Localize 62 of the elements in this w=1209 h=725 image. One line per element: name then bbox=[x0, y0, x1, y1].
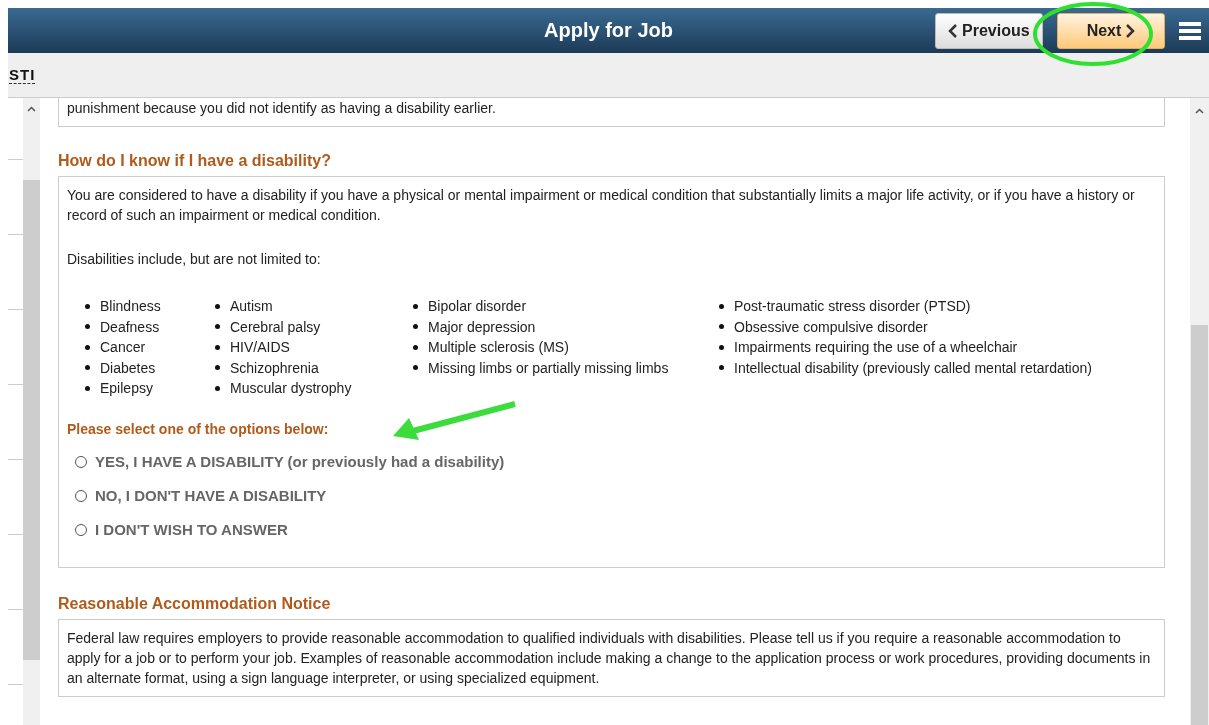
list-item: Post-traumatic stress disorder (PTSD) bbox=[734, 297, 971, 316]
scrollbar-thumb[interactable] bbox=[23, 180, 40, 660]
list-item: Major depression bbox=[428, 317, 536, 337]
tab-label[interactable]: STI bbox=[9, 66, 36, 84]
bullet-icon bbox=[215, 344, 220, 350]
option-label[interactable]: NO, I DON'T HAVE A DISABILITY bbox=[95, 485, 327, 506]
body-text: You are considered to have a disability if you have a physical or mental impairment or medical condition that substantially limits a major life activity, or if you have a history or record of such an impairment or medical condition. bbox=[67, 186, 1136, 225]
option-label[interactable]: YES, I HAVE A DISABILITY (or previously had a disability) bbox=[95, 451, 505, 472]
list-item: HIV/AIDS bbox=[230, 338, 290, 357]
list-item: Intellectual disability (previously called mental retardation) bbox=[734, 358, 1092, 378]
bullet-icon bbox=[413, 365, 418, 371]
list-item: Diabetes bbox=[100, 358, 156, 378]
list-item: Epilepsy bbox=[100, 379, 153, 398]
list-item: Missing limbs or partially missing limbs bbox=[428, 358, 669, 378]
list-item: Muscular dystrophy bbox=[230, 379, 352, 398]
chevron-left-icon bbox=[948, 23, 958, 38]
list-item: Multiple sclerosis (MS) bbox=[428, 338, 569, 357]
bullet-icon bbox=[719, 365, 724, 371]
list-item: Deafness bbox=[100, 317, 160, 337]
radio-button[interactable] bbox=[75, 489, 87, 502]
bullet-icon bbox=[719, 324, 724, 330]
bullet-icon bbox=[215, 303, 220, 309]
bullet-icon bbox=[215, 365, 220, 371]
scroll-up-icon[interactable] bbox=[1195, 108, 1204, 114]
list-item: Cerebral palsy bbox=[230, 317, 321, 337]
page-title: Apply for Job bbox=[544, 19, 673, 41]
scrollbar[interactable] bbox=[23, 98, 40, 725]
body-text: Disabilities include, but are not limited to: bbox=[67, 250, 322, 269]
list-item: Impairments requiring the use of a wheelchair bbox=[734, 338, 1018, 357]
menu-icon[interactable] bbox=[1179, 20, 1201, 41]
list-item: Obsessive compulsive disorder bbox=[734, 317, 928, 337]
radio-button[interactable] bbox=[75, 523, 87, 536]
body-text: Federal law requires employers to provide reasonable accommodation to qualified individuals with disabilities. Please tell us if you require a reasonable accommodation to apply for a job or to perform your job. Examples of reasonable accommodation include making a change to the application process or work procedures, providing documents in an alternate format, using a sign language interpreter, or using specialized equipment. bbox=[67, 628, 1152, 688]
list-item: Autism bbox=[230, 297, 273, 316]
bullet-icon bbox=[85, 365, 90, 371]
prompt-text: Please select one of the options below: bbox=[67, 419, 330, 439]
section-heading: Reasonable Accommodation Notice bbox=[58, 594, 332, 613]
next-button[interactable]: Next bbox=[1057, 12, 1165, 49]
list-item: Schizophrenia bbox=[230, 358, 319, 378]
bullet-icon bbox=[85, 303, 90, 309]
scroll-up-icon[interactable] bbox=[27, 106, 36, 112]
bullet-icon bbox=[413, 324, 418, 330]
option-label[interactable]: I DON'T WISH TO ANSWER bbox=[95, 519, 288, 540]
bullet-icon bbox=[85, 324, 90, 330]
section-heading: How do I know if I have a disability? bbox=[58, 152, 332, 170]
scrollbar-thumb[interactable] bbox=[1191, 325, 1208, 725]
bullet-icon bbox=[719, 344, 724, 350]
bullet-icon bbox=[85, 344, 90, 350]
bullet-icon bbox=[215, 324, 220, 330]
chevron-right-icon bbox=[1125, 23, 1136, 38]
list-item: Cancer bbox=[100, 338, 146, 357]
body-text: punishment because you did not identify as having a disability earlier. bbox=[67, 99, 497, 118]
bullet-icon bbox=[215, 385, 220, 391]
radio-button[interactable] bbox=[75, 455, 87, 468]
scrollbar[interactable] bbox=[1190, 98, 1209, 725]
previous-button[interactable]: Previous bbox=[935, 12, 1043, 49]
bullet-icon bbox=[413, 303, 418, 309]
bullet-icon bbox=[413, 344, 418, 350]
list-item: Blindness bbox=[100, 297, 161, 316]
bullet-icon bbox=[85, 385, 90, 391]
list-item: Bipolar disorder bbox=[428, 297, 527, 316]
bullet-icon bbox=[719, 303, 724, 309]
